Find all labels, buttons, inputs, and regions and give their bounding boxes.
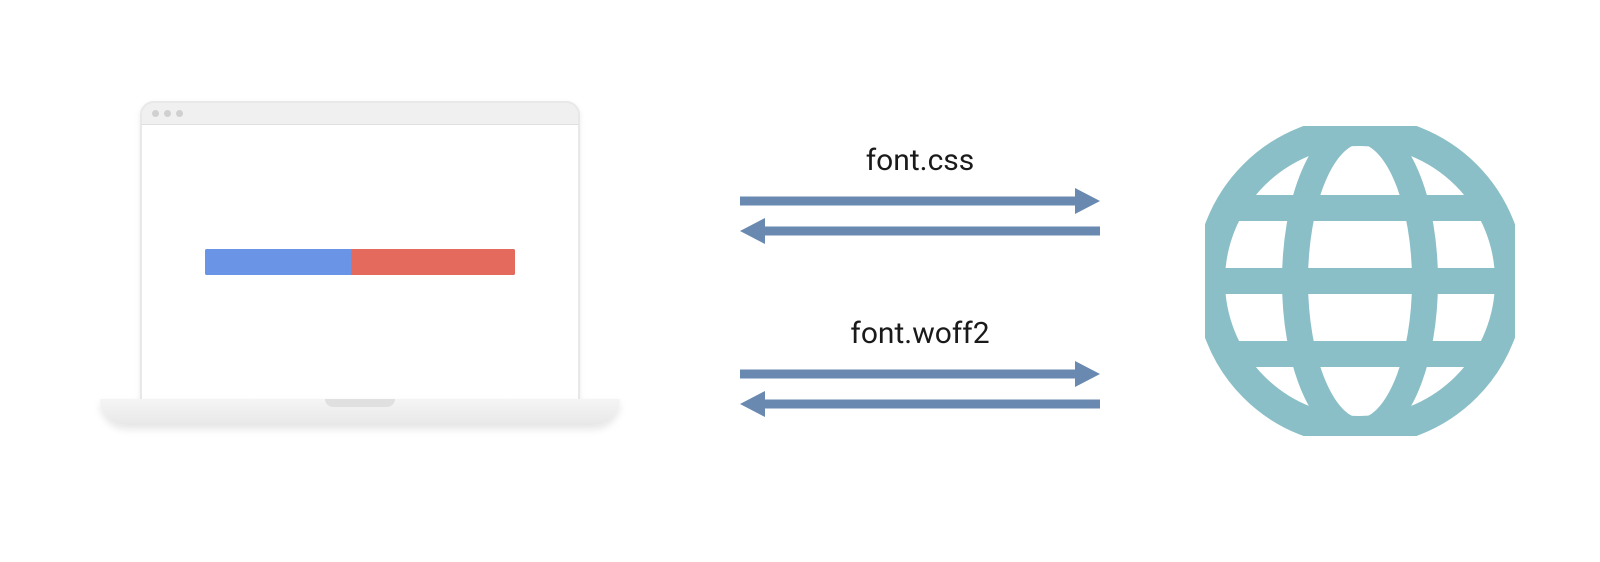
laptop-notch [325, 399, 395, 407]
request-group-woff2: font.woff2 [730, 316, 1110, 419]
laptop-base [100, 399, 620, 425]
loading-bar [205, 249, 515, 275]
window-control-dot [176, 110, 183, 117]
loading-bar-red-segment [351, 249, 515, 275]
laptop-screen [140, 101, 580, 401]
arrow-left-icon [735, 389, 1105, 419]
globe-icon [1205, 126, 1515, 436]
loading-bar-blue-segment [205, 249, 351, 275]
window-control-dot [164, 110, 171, 117]
request-label: font.woff2 [850, 316, 989, 351]
browser-titlebar [142, 103, 578, 125]
globe-container [1200, 121, 1520, 441]
browser-viewport [142, 125, 578, 399]
window-control-dot [152, 110, 159, 117]
request-group-css: font.css [730, 143, 1110, 246]
laptop-illustration [80, 81, 640, 481]
arrow-right-icon [735, 186, 1105, 216]
request-label: font.css [866, 143, 975, 178]
request-arrows: font.css font.woff2 [730, 143, 1110, 419]
arrow-left-icon [735, 216, 1105, 246]
arrow-right-icon [735, 359, 1105, 389]
